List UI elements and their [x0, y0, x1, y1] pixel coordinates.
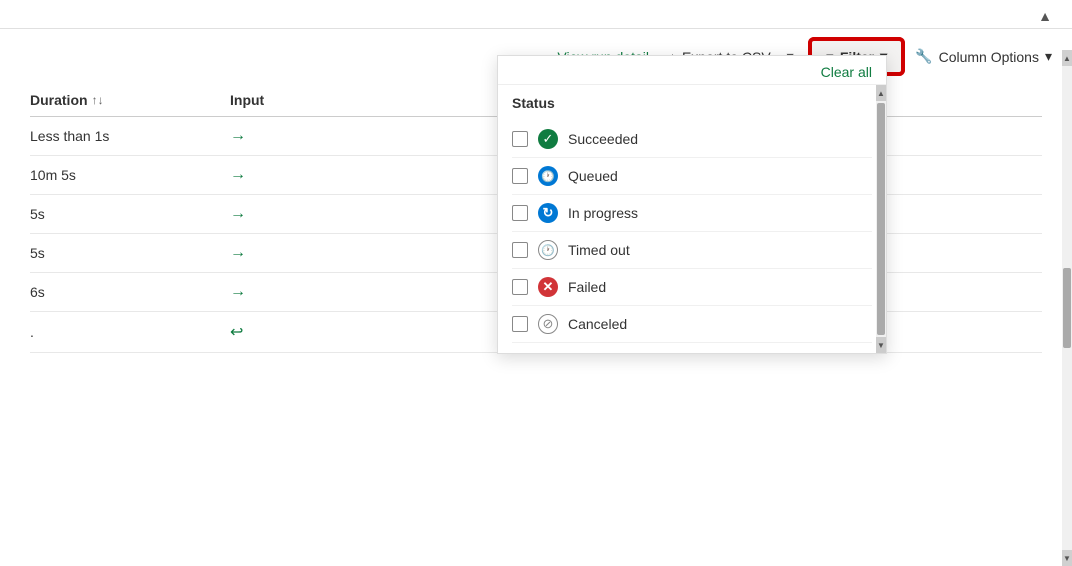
filter-dropdown-panel: Clear all Status ✓ Succeeded 🕐 Queued ↻ … — [497, 55, 887, 354]
sort-icon[interactable]: ↑↓ — [92, 93, 104, 107]
input-cell[interactable]: → — [230, 127, 430, 145]
scrollbar-thumb[interactable] — [877, 103, 885, 335]
filter-item-failed: ✕ Failed — [512, 269, 872, 306]
input-cell[interactable]: → — [230, 244, 430, 262]
filter-item-timed-out: 🕐 Timed out — [512, 232, 872, 269]
in-progress-icon: ↻ — [538, 203, 558, 223]
filter-item-queued: 🕐 Queued — [512, 158, 872, 195]
queued-icon: 🕐 — [538, 166, 558, 186]
duration-cell: 5s — [30, 245, 230, 261]
page-scrollbar[interactable]: ▲ ▼ — [1062, 50, 1072, 566]
page-scrollbar-thumb[interactable] — [1063, 268, 1071, 348]
input-cell[interactable]: ↩ — [230, 322, 430, 342]
dropdown-scrollbar[interactable]: ▲ ▼ — [876, 85, 886, 353]
duration-cell: Less than 1s — [30, 128, 230, 144]
duration-cell: . — [30, 324, 230, 340]
input-column-header: Input — [230, 92, 430, 108]
column-options-label: Column Options — [939, 49, 1039, 65]
failed-icon: ✕ — [538, 277, 558, 297]
succeeded-icon: ✓ — [538, 129, 558, 149]
queued-checkbox[interactable] — [512, 168, 528, 184]
column-options-dropdown-icon: ▾ — [1045, 48, 1052, 65]
succeeded-label: Succeeded — [568, 131, 638, 147]
filter-item-canceled: ⊘ Canceled — [512, 306, 872, 343]
in-progress-label: In progress — [568, 205, 638, 221]
duration-label: Duration — [30, 92, 88, 108]
filter-item-in-progress: ↻ In progress — [512, 195, 872, 232]
in-progress-checkbox[interactable] — [512, 205, 528, 221]
filter-dropdown-body: Status ✓ Succeeded 🕐 Queued ↻ In progres… — [498, 85, 886, 353]
timed-out-icon: 🕐 — [538, 240, 558, 260]
failed-label: Failed — [568, 279, 606, 295]
column-options-button[interactable]: 🔧 Column Options ▾ — [915, 48, 1052, 65]
duration-cell: 6s — [30, 284, 230, 300]
top-bar: ▲ — [0, 0, 1072, 29]
filter-item-succeeded: ✓ Succeeded — [512, 121, 872, 158]
wrench-icon: 🔧 — [915, 48, 932, 65]
page-scrollbar-down[interactable]: ▼ — [1062, 550, 1072, 566]
succeeded-checkbox[interactable] — [512, 131, 528, 147]
failed-checkbox[interactable] — [512, 279, 528, 295]
input-label: Input — [230, 92, 264, 108]
duration-cell: 5s — [30, 206, 230, 222]
timed-out-label: Timed out — [568, 242, 630, 258]
canceled-icon: ⊘ — [538, 314, 558, 334]
queued-label: Queued — [568, 168, 618, 184]
input-cell[interactable]: → — [230, 166, 430, 184]
clear-all-button[interactable]: Clear all — [821, 64, 872, 80]
scrollbar-up-arrow[interactable]: ▲ — [876, 85, 886, 101]
duration-cell: 10m 5s — [30, 167, 230, 183]
input-cell[interactable]: → — [230, 283, 430, 301]
collapse-icon[interactable]: ▲ — [1038, 8, 1052, 24]
duration-column-header: Duration ↑↓ — [30, 92, 230, 108]
filter-section-title: Status — [512, 95, 872, 111]
input-cell[interactable]: → — [230, 205, 430, 223]
timed-out-checkbox[interactable] — [512, 242, 528, 258]
scrollbar-down-arrow[interactable]: ▼ — [876, 337, 886, 353]
filter-dropdown-header: Clear all — [498, 56, 886, 85]
page-scrollbar-up[interactable]: ▲ — [1062, 50, 1072, 66]
canceled-label: Canceled — [568, 316, 627, 332]
canceled-checkbox[interactable] — [512, 316, 528, 332]
